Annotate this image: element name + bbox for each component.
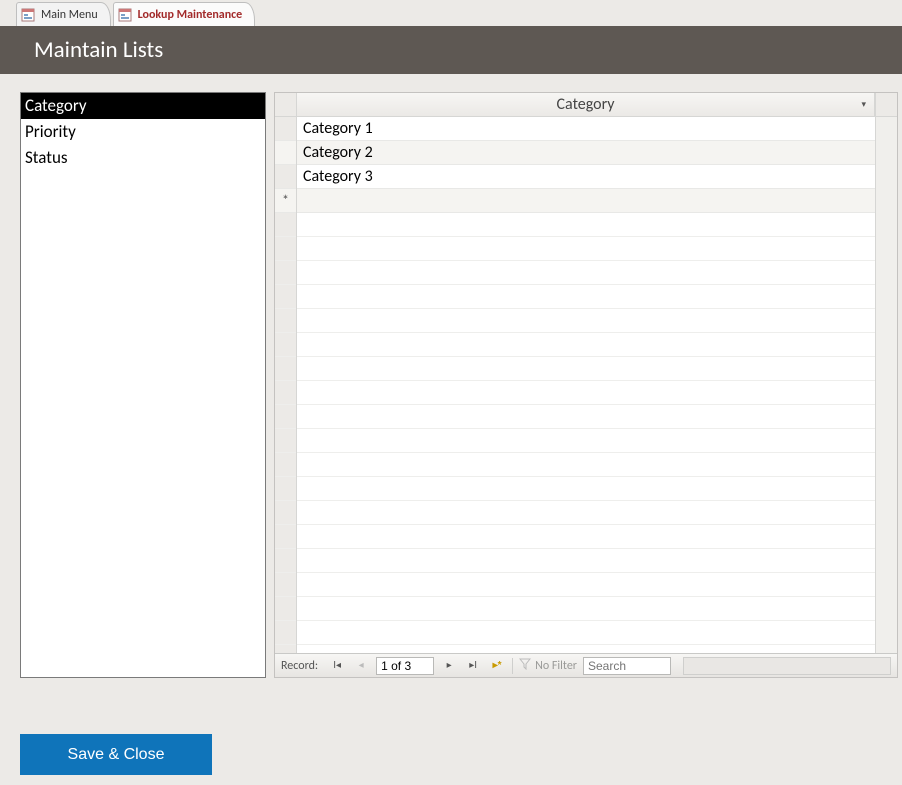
data-cell-new[interactable] bbox=[297, 189, 875, 213]
separator bbox=[512, 658, 513, 674]
record-navigator: Record: I◂ ◂ ▸ ▸I ▸* No Filter bbox=[275, 653, 897, 677]
data-column: Category 1 Category 2 Category 3 bbox=[297, 117, 875, 653]
list-item[interactable]: Status bbox=[21, 145, 265, 171]
nav-prev-button[interactable]: ◂ bbox=[352, 657, 370, 675]
row-selector[interactable] bbox=[275, 141, 296, 165]
list-item[interactable]: Priority bbox=[21, 119, 265, 145]
filter-icon bbox=[519, 658, 531, 674]
document-tabs-bar: Main Menu Lookup Maintenance bbox=[0, 0, 902, 26]
list-item[interactable]: Category bbox=[21, 93, 265, 119]
row-selector-column: * bbox=[275, 117, 297, 653]
row-selector[interactable] bbox=[275, 117, 296, 141]
datasheet-subform: Category ▾ * Category 1 Category 2 Categ… bbox=[274, 92, 898, 678]
column-header-category[interactable]: Category ▾ bbox=[297, 93, 875, 116]
data-cell[interactable]: Category 1 bbox=[297, 117, 875, 141]
work-area: Category Priority Status Category ▾ * C bbox=[0, 74, 902, 678]
save-and-close-button[interactable]: Save & Close bbox=[20, 734, 212, 775]
form-icon bbox=[118, 8, 132, 22]
select-all-corner[interactable] bbox=[275, 93, 297, 116]
nav-last-button[interactable]: ▸I bbox=[464, 657, 482, 675]
new-record-marker-icon: * bbox=[282, 192, 289, 209]
nav-new-record-button[interactable]: ▸* bbox=[488, 657, 506, 675]
data-cell[interactable]: Category 2 bbox=[297, 141, 875, 165]
filter-indicator[interactable]: No Filter bbox=[519, 658, 577, 674]
form-icon bbox=[21, 8, 35, 22]
tab-label: Main Menu bbox=[41, 8, 98, 22]
data-cell[interactable]: Category 3 bbox=[297, 165, 875, 189]
nav-next-button[interactable]: ▸ bbox=[440, 657, 458, 675]
vertical-scrollbar[interactable] bbox=[875, 117, 897, 653]
filter-label: No Filter bbox=[535, 659, 577, 673]
tab-label: Lookup Maintenance bbox=[138, 8, 243, 22]
record-label: Record: bbox=[281, 659, 318, 673]
form-header: Maintain Lists bbox=[0, 26, 902, 74]
page-title: Maintain Lists bbox=[34, 36, 163, 64]
tab-main-menu[interactable]: Main Menu bbox=[16, 2, 111, 26]
datasheet-body: * Category 1 Category 2 Category 3 bbox=[275, 117, 897, 653]
row-selector[interactable] bbox=[275, 165, 296, 189]
column-header-label: Category bbox=[557, 95, 615, 114]
row-selector-new[interactable]: * bbox=[275, 189, 296, 213]
search-input[interactable] bbox=[583, 657, 671, 675]
scrollbar-corner bbox=[875, 93, 897, 116]
tab-lookup-maintenance[interactable]: Lookup Maintenance bbox=[113, 2, 256, 26]
record-position-input[interactable] bbox=[376, 657, 434, 675]
column-dropdown-icon[interactable]: ▾ bbox=[861, 99, 866, 110]
nav-first-button[interactable]: I◂ bbox=[328, 657, 346, 675]
lookup-type-listbox[interactable]: Category Priority Status bbox=[20, 92, 266, 678]
datasheet-header-row: Category ▾ bbox=[275, 93, 897, 117]
horizontal-scrollbar[interactable] bbox=[683, 657, 891, 675]
